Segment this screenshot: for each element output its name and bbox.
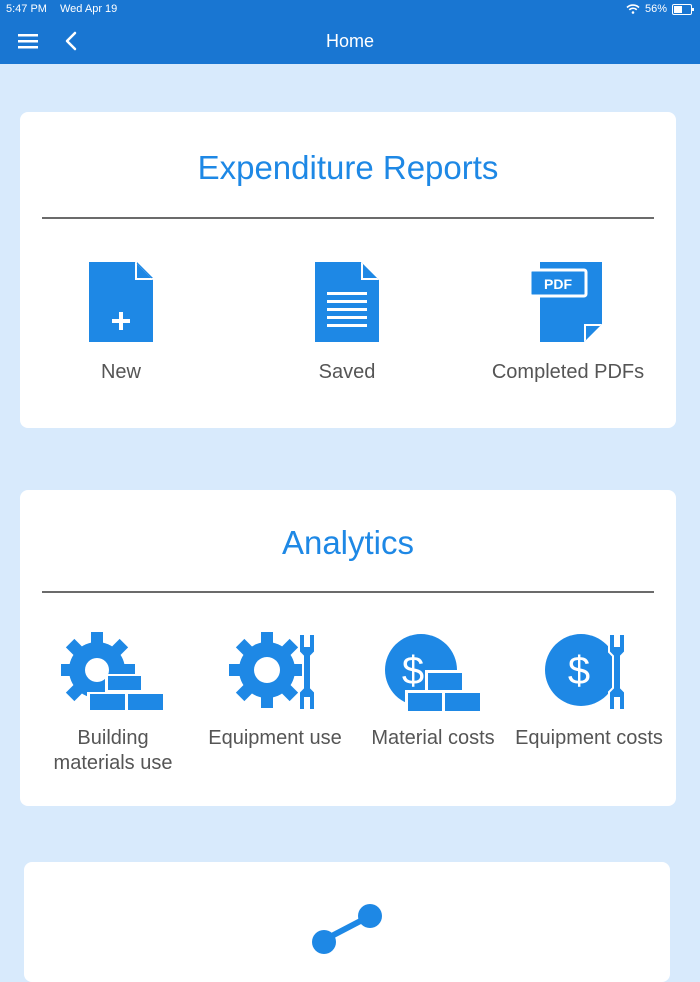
completed-pdfs-button[interactable]: PDF Completed PDFs [488,260,648,385]
section-divider [42,591,654,593]
status-time: 5:47 PM [6,3,47,15]
line-chart-icon[interactable] [304,900,394,972]
dollar-wrench-icon: $ [545,633,626,711]
new-label: New [100,361,141,383]
building-materials-use-label-line2: materials use [53,752,173,774]
new-report-button[interactable]: New [66,260,176,385]
page-title: Home [325,31,374,51]
status-bar: 5:47 PM Wed Apr 19 56% [0,0,700,20]
building-materials-use-label-line1: Building [77,727,149,749]
gear-wrench-icon [229,632,316,711]
material-costs-label: Material costs [371,727,495,749]
battery-percent: 56% [644,3,667,15]
building-materials-use-button[interactable]: Building materials use [36,630,190,776]
pdf-document-icon: PDF [528,262,602,342]
saved-label: Saved [318,361,376,383]
equipment-costs-button[interactable]: $ Equipment costs [512,630,666,751]
section-divider [42,217,654,219]
nav-bar: Home [0,20,700,64]
trends-card [24,862,670,982]
saved-reports-button[interactable]: Saved [292,260,402,385]
svg-text:$: $ [568,649,590,693]
svg-text:PDF: PDF [544,276,572,292]
dollar-bricks-icon: $ [385,634,483,714]
battery-icon [672,3,694,15]
expenditure-reports-card: Expenditure Reports New Saved PDF Comple… [20,112,676,428]
equipment-costs-label: Equipment costs [515,727,663,749]
completed-pdfs-label: Completed PDFs [491,361,645,383]
expenditure-reports-title: Expenditure Reports [197,149,499,186]
svg-text:$: $ [402,649,424,693]
new-document-icon [89,262,153,342]
analytics-title: Analytics [281,524,415,561]
equipment-use-button[interactable]: Equipment use [200,630,350,751]
analytics-card: Analytics Building materials use Equipme… [20,490,676,806]
equipment-use-label: Equipment use [208,727,342,749]
wifi-icon [626,4,640,14]
material-costs-button[interactable]: $ Material costs [360,630,506,751]
saved-document-icon [315,262,379,342]
top-bar: 5:47 PM Wed Apr 19 56% Home [0,0,700,64]
status-right: 56% [626,3,694,15]
status-date: Wed Apr 19 [60,3,118,15]
gear-bricks-icon [61,632,165,712]
